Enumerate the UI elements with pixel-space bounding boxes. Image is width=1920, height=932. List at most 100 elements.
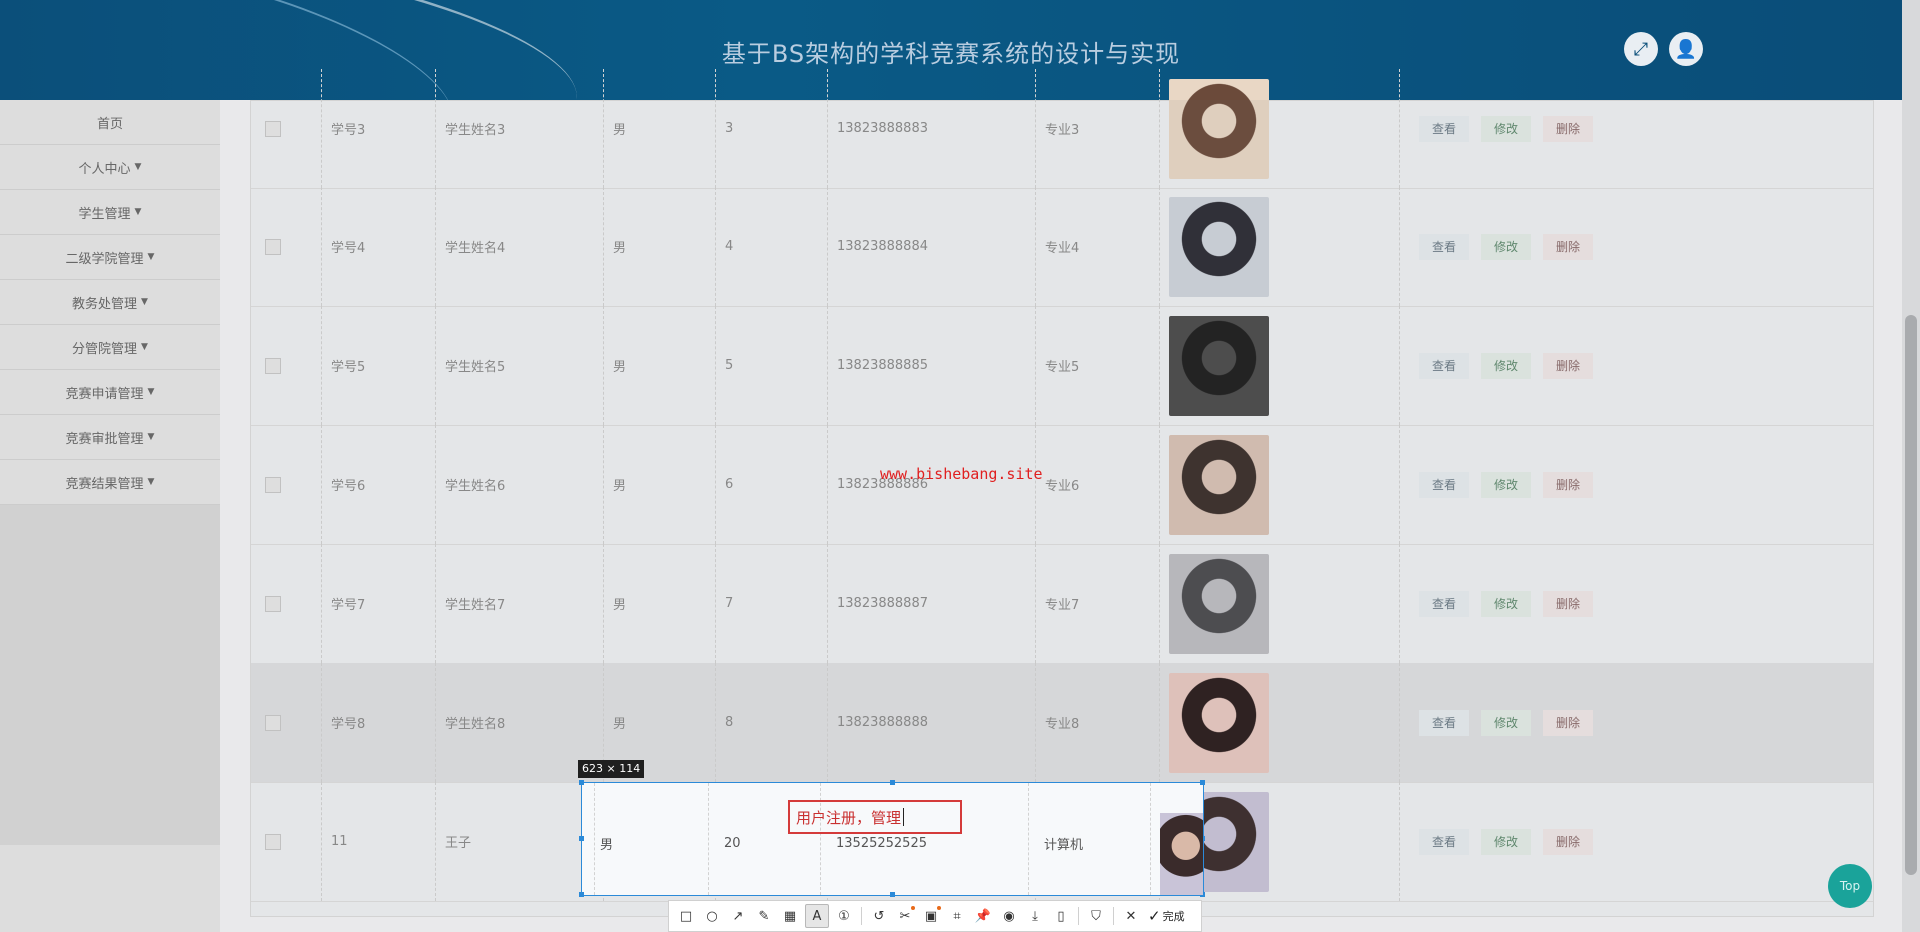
sidebar-item-3[interactable]: 二级学院管理 ▼ xyxy=(0,235,220,280)
sidebar-item-label: 个人中心 xyxy=(78,161,131,177)
student-id-cell: 学号4 xyxy=(331,241,366,256)
cancel-capture-button[interactable]: ✕ xyxy=(1120,905,1142,927)
phone-cell: 13823888887 xyxy=(837,596,928,611)
row-checkbox[interactable] xyxy=(265,714,281,731)
pin-tool-button[interactable]: 📌 xyxy=(972,905,994,927)
back-to-top-button[interactable]: Top xyxy=(1828,864,1872,908)
edit-button[interactable]: 修改 xyxy=(1481,590,1532,617)
record-tool-button[interactable]: ◉ xyxy=(998,905,1020,927)
number-tool-button[interactable]: ① xyxy=(833,905,855,927)
rectangle-icon: □ xyxy=(679,908,693,924)
bookmark-tool-button[interactable]: ⛉ xyxy=(1085,905,1107,927)
text-annotation-box[interactable]: 用户注册，管理 xyxy=(788,800,962,834)
delete-button[interactable]: 删除 xyxy=(1543,115,1594,142)
undo-icon: ↺ xyxy=(873,908,885,924)
fullscreen-button[interactable]: ⤢ xyxy=(1624,32,1658,66)
delete-button[interactable]: 删除 xyxy=(1543,828,1594,855)
column-divider xyxy=(435,544,436,663)
phone-cell: 13823888884 xyxy=(837,239,928,254)
captured-gender-cell: 男 xyxy=(600,837,614,853)
actions-cell: 查看 修改 删除 xyxy=(1419,782,1594,901)
column-divider xyxy=(827,663,828,782)
view-button[interactable]: 查看 xyxy=(1419,471,1470,498)
delete-button[interactable]: 删除 xyxy=(1543,233,1594,260)
row-checkbox[interactable] xyxy=(265,357,281,374)
student-photo xyxy=(1169,434,1269,535)
student-id-cell: 学号5 xyxy=(331,360,366,375)
table-row: 学号6 学生姓名6 男 6 13823888886 专业6 查看 修改 删除 xyxy=(251,425,1873,545)
sidebar-item-2[interactable]: 学生管理 ▼ xyxy=(0,190,220,235)
phone-cell: 13823888885 xyxy=(837,358,928,373)
column-divider xyxy=(1399,782,1400,901)
view-button[interactable]: 查看 xyxy=(1419,115,1470,142)
rectangle-tool-button[interactable]: □ xyxy=(675,905,697,927)
text-tool-button[interactable]: A xyxy=(805,904,829,928)
new-feature-dot xyxy=(911,906,915,910)
sidebar: 首页 个人中心 ▼ 学生管理 ▼ 二级学院管理 ▼ 教务处管理 ▼ 分管院管理 ▼ 竞赛申请管理 ▼ 竞赛… xyxy=(0,100,220,932)
gender-cell: 男 xyxy=(613,479,627,494)
long-screenshot-tool-button[interactable]: ▯ xyxy=(1050,905,1072,927)
sidebar-item-1[interactable]: 个人中心 ▼ xyxy=(0,145,220,190)
column-divider xyxy=(321,782,322,901)
done-button[interactable]: ✓ 完成 xyxy=(1148,907,1185,925)
column-divider xyxy=(1159,544,1160,663)
page-title: 基于BS架构的学科竞赛系统的设计与实现 xyxy=(721,40,1181,68)
edit-button[interactable]: 修改 xyxy=(1481,471,1532,498)
page-scrollbar[interactable] xyxy=(1902,0,1920,932)
sidebar-item-4[interactable]: 教务处管理 ▼ xyxy=(0,280,220,325)
row-checkbox[interactable] xyxy=(265,238,281,255)
text-annotation: 用户注册，管理 xyxy=(796,808,902,827)
delete-button[interactable]: 删除 xyxy=(1543,590,1594,617)
user-menu-button[interactable]: 👤 xyxy=(1669,32,1703,66)
column-divider xyxy=(715,306,716,425)
scan-tool-button[interactable]: ⌗ xyxy=(946,905,968,927)
student-photo xyxy=(1169,553,1269,654)
sidebar-item-8[interactable]: 竞赛结果管理 ▼ xyxy=(0,460,220,505)
view-button[interactable]: 查看 xyxy=(1419,352,1470,379)
delete-button[interactable]: 删除 xyxy=(1543,709,1594,736)
column-divider xyxy=(827,187,828,306)
view-button[interactable]: 查看 xyxy=(1419,709,1470,736)
delete-button[interactable]: 删除 xyxy=(1543,352,1594,379)
row-checkbox[interactable] xyxy=(265,595,281,612)
view-button[interactable]: 查看 xyxy=(1419,828,1470,855)
column-divider xyxy=(603,306,604,425)
circle-icon: ○ xyxy=(706,908,718,924)
edit-button[interactable]: 修改 xyxy=(1481,709,1532,736)
undo-tool-button[interactable]: ↺ xyxy=(868,905,890,927)
delete-button[interactable]: 删除 xyxy=(1543,471,1594,498)
edit-button[interactable]: 修改 xyxy=(1481,828,1532,855)
capture-region[interactable]: 男 20 13525252525 计算机 用户注册，管理 xyxy=(579,780,1205,897)
sidebar-item-6[interactable]: 竞赛申请管理 ▼ xyxy=(0,370,220,415)
mosaic-tool-button[interactable]: ▦ xyxy=(779,905,801,927)
view-button[interactable]: 查看 xyxy=(1419,590,1470,617)
edit-button[interactable]: 修改 xyxy=(1481,352,1532,379)
sidebar-item-5[interactable]: 分管院管理 ▼ xyxy=(0,325,220,370)
toolbar-separator xyxy=(1113,907,1114,925)
ocr-tool-button[interactable]: ▣ xyxy=(920,905,942,927)
photo-cell xyxy=(1169,425,1269,544)
arrow-tool-button[interactable]: ↗ xyxy=(727,905,749,927)
sidebar-item-7[interactable]: 竞赛审批管理 ▼ xyxy=(0,415,220,460)
row-checkbox[interactable] xyxy=(265,476,281,493)
edit-button[interactable]: 修改 xyxy=(1481,233,1532,260)
scrollbar-thumb[interactable] xyxy=(1905,315,1917,875)
row-checkbox[interactable] xyxy=(265,120,281,137)
circle-tool-button[interactable]: ○ xyxy=(701,905,723,927)
pen-tool-button[interactable]: ✎ xyxy=(753,905,775,927)
caret-down-icon: ▼ xyxy=(147,477,155,487)
photo-cell xyxy=(1169,306,1269,425)
sidebar-item-0[interactable]: 首页 xyxy=(0,100,220,145)
new-feature-dot xyxy=(937,906,941,910)
captured-age-cell: 20 xyxy=(724,835,741,851)
scissors-tool-button[interactable]: ✂ xyxy=(894,905,916,927)
download-tool-button[interactable]: ⤓ xyxy=(1024,905,1046,927)
view-button[interactable]: 查看 xyxy=(1419,233,1470,260)
bookmark-icon: ⛉ xyxy=(1091,908,1101,924)
text-cursor xyxy=(903,808,905,826)
text-icon: A xyxy=(812,908,822,924)
actions-cell: 查看 修改 删除 xyxy=(1419,663,1594,782)
sidebar-item-label: 首页 xyxy=(96,116,123,132)
edit-button[interactable]: 修改 xyxy=(1481,115,1532,142)
row-checkbox[interactable] xyxy=(265,833,281,850)
